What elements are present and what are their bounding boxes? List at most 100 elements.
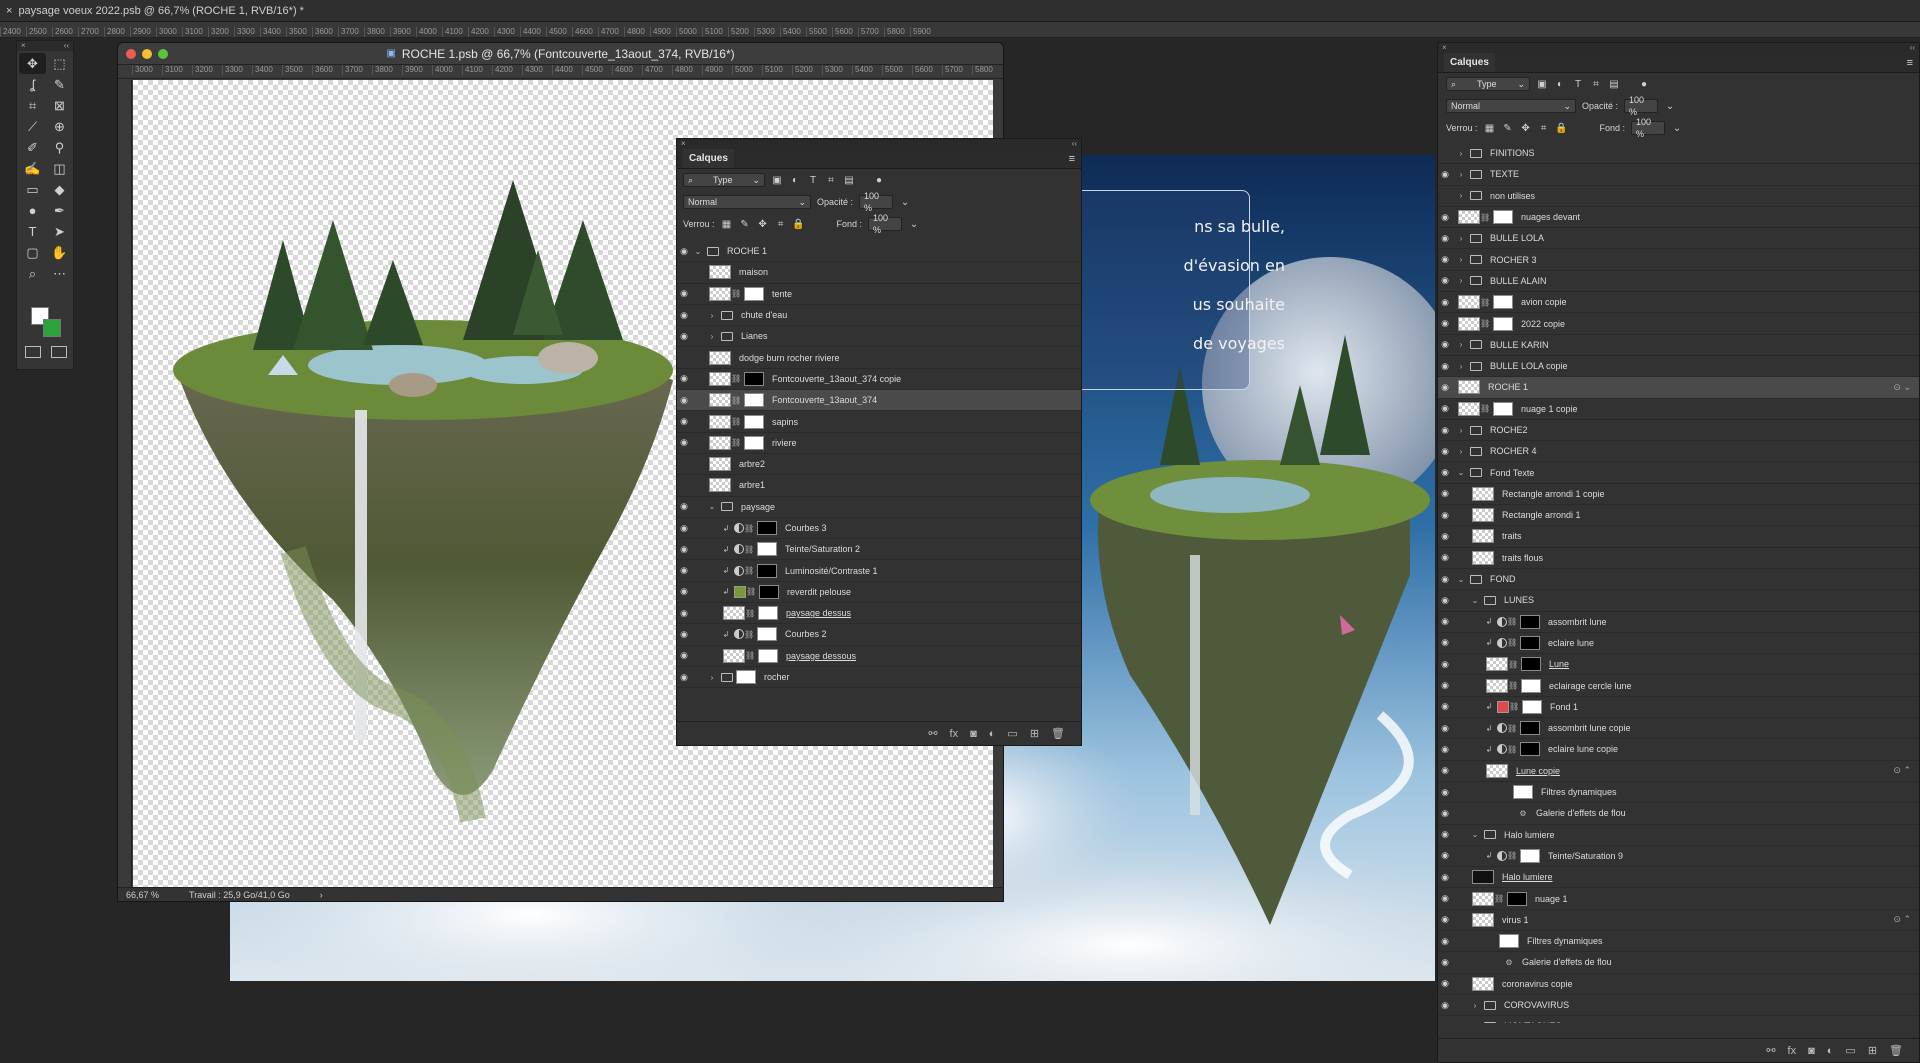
layer-name[interactable]: rocher xyxy=(764,672,790,682)
filter-type-icon[interactable]: T xyxy=(807,174,819,186)
link-layers-icon[interactable]: ⚯ xyxy=(1766,1044,1775,1057)
document-tab-title[interactable]: paysage voeux 2022.psb @ 66,7% (ROCHE 1,… xyxy=(18,5,304,17)
layer-row[interactable]: ◉ ⌄ LUNES xyxy=(1438,590,1919,612)
right-panel-menu-icon[interactable]: ≡ xyxy=(1907,57,1913,69)
layer-name[interactable]: FOND xyxy=(1490,574,1516,584)
quick-mask-button[interactable] xyxy=(25,346,41,358)
layer-row[interactable]: ◉ › BULLE ALAIN xyxy=(1438,271,1919,293)
layer-mask-thumbnail[interactable] xyxy=(1521,657,1541,672)
visibility-eye-icon[interactable]: ◉ xyxy=(1438,318,1452,329)
layer-thumbnail[interactable] xyxy=(1458,210,1480,225)
layer-thumbnail[interactable] xyxy=(1472,976,1494,991)
right-lock-transparency-icon[interactable]: ▦ xyxy=(1484,122,1496,134)
visibility-eye-icon[interactable]: ◉ xyxy=(1438,275,1452,286)
layer-name[interactable]: ROCHE2 xyxy=(1490,425,1528,435)
trash-icon[interactable]: 🗑 xyxy=(1889,1044,1903,1057)
layer-row[interactable]: ◉ › chute d'eau xyxy=(677,305,1081,327)
link-layers-icon[interactable]: ⚯ xyxy=(928,727,937,740)
layer-row[interactable]: ◉ ⛓ 2022 copie xyxy=(1438,313,1919,335)
layer-thumbnail[interactable] xyxy=(1458,316,1480,331)
layer-name[interactable]: Teinte/Saturation 2 xyxy=(785,544,860,554)
layer-mask-thumbnail[interactable] xyxy=(744,371,764,386)
expanded-chevron-icon[interactable]: ⌄ xyxy=(1470,596,1480,605)
layer-thumbnail[interactable] xyxy=(709,265,731,280)
visibility-eye-icon[interactable]: ◉ xyxy=(677,373,691,384)
layer-name[interactable]: COROVAVIRUS xyxy=(1504,1000,1569,1010)
layer-name[interactable]: Fond 1 xyxy=(1550,702,1578,712)
layer-row[interactable]: ◉ Rectangle arrondi 1 copie xyxy=(1438,484,1919,506)
layer-mask-thumbnail[interactable] xyxy=(1493,316,1513,331)
right-lock-artboard-icon[interactable]: ⌗ xyxy=(1538,122,1550,134)
float-layers-tab[interactable]: Calques xyxy=(683,149,734,168)
layer-name[interactable]: BULLE LOLA xyxy=(1490,233,1544,243)
layer-mask-thumbnail[interactable] xyxy=(1522,699,1542,714)
stamp-tool-icon[interactable]: ⚲ xyxy=(46,137,73,158)
layer-thumbnail[interactable] xyxy=(1472,912,1494,927)
lock-all-icon[interactable]: 🔒 xyxy=(792,218,804,230)
lock-position-icon[interactable]: ✥ xyxy=(757,218,769,230)
layer-row[interactable]: dodge burn rocher riviere xyxy=(677,347,1081,369)
visibility-eye-icon[interactable]: ◉ xyxy=(677,416,691,427)
layer-row[interactable]: ◉ Halo lumiere xyxy=(1438,867,1919,889)
layer-name[interactable]: LUNES xyxy=(1504,595,1534,605)
right-filter-type-icon[interactable]: T xyxy=(1572,78,1584,90)
visibility-eye-icon[interactable]: ◉ xyxy=(1438,957,1452,968)
layer-row[interactable]: ◉ ⌄ ROCHE 1 xyxy=(677,241,1081,263)
layer-thumbnail[interactable] xyxy=(1472,550,1494,565)
layer-name[interactable]: chute d'eau xyxy=(741,310,787,320)
collapsed-chevron-icon[interactable]: › xyxy=(1456,362,1466,371)
layer-name[interactable]: TEXTE xyxy=(1490,169,1519,179)
layer-mask-thumbnail[interactable] xyxy=(744,286,764,301)
visibility-eye-icon[interactable]: ◉ xyxy=(1438,765,1452,776)
layer-row[interactable]: ◉ ⚙ Galerie d'effets de flou xyxy=(1438,803,1919,825)
right-filter-smart-icon[interactable]: ▤ xyxy=(1608,78,1620,90)
layer-mask-thumbnail[interactable] xyxy=(1520,848,1540,863)
layer-row[interactable]: ◉ ⌄ FOND xyxy=(1438,569,1919,591)
smart-filter-toggle-icon[interactable]: ⊙ ⌄ xyxy=(1893,382,1911,393)
layer-thumbnail[interactable] xyxy=(1472,529,1494,544)
layer-thumbnail[interactable] xyxy=(1472,870,1494,885)
layer-row[interactable]: ◉ › TEXTE xyxy=(1438,164,1919,186)
smart-filter-mask-thumbnail[interactable] xyxy=(1499,934,1519,949)
layer-row[interactable]: ◉ ↲ ⛓ assombrit lune copie xyxy=(1438,718,1919,740)
visibility-eye-icon[interactable]: ◉ xyxy=(677,523,691,534)
window-minimize-button[interactable] xyxy=(142,49,152,59)
collapsed-chevron-icon[interactable]: › xyxy=(1456,255,1466,264)
layer-name[interactable]: ROCHER 4 xyxy=(1490,446,1537,456)
visibility-eye-icon[interactable]: ◉ xyxy=(677,310,691,321)
layer-name[interactable]: virus 1 xyxy=(1502,915,1529,925)
layer-row[interactable]: ◉ ⛓ riviere xyxy=(677,433,1081,454)
visibility-eye-icon[interactable]: ◉ xyxy=(1438,1021,1452,1023)
new-adjustment-icon[interactable]: ◐ xyxy=(989,728,996,740)
layer-row[interactable]: ◉ ↲ ⛓ eclaire lune xyxy=(1438,633,1919,655)
layer-row[interactable]: ◉ › Lianes xyxy=(677,326,1081,348)
layer-name[interactable]: traits xyxy=(1502,531,1522,541)
gradient-tool-icon[interactable]: ▭ xyxy=(19,179,46,200)
layer-row[interactable]: ◉ traits xyxy=(1438,526,1919,548)
pen-tool-icon[interactable]: ✒ xyxy=(46,200,73,221)
more-tools-icon[interactable]: ⋯ xyxy=(46,263,73,284)
layer-row[interactable]: ◉ ⛓ Lune xyxy=(1438,654,1919,676)
layer-name[interactable]: assombrit lune xyxy=(1548,617,1607,627)
layer-name[interactable]: 2022 copie xyxy=(1521,319,1565,329)
right-lock-all-icon[interactable]: 🔒 xyxy=(1555,122,1567,134)
layer-mask-thumbnail[interactable] xyxy=(758,648,778,663)
eyedropper-tool-icon[interactable]: ⟋ xyxy=(19,116,46,137)
visibility-eye-icon[interactable]: ◉ xyxy=(677,288,691,299)
expanded-chevron-icon[interactable]: ⌄ xyxy=(1456,575,1466,584)
smart-filter-toggle-icon[interactable]: ⊙ ⌃ xyxy=(1893,914,1911,925)
layer-thumbnail[interactable] xyxy=(709,371,731,386)
layer-name[interactable]: paysage xyxy=(741,502,775,512)
visibility-eye-icon[interactable]: ◉ xyxy=(1438,425,1452,436)
move-tool-icon[interactable]: ✥ xyxy=(19,53,46,74)
status-menu-arrow[interactable]: › xyxy=(320,890,323,900)
layer-mask-thumbnail[interactable] xyxy=(757,542,777,557)
collapsed-chevron-icon[interactable]: › xyxy=(1456,170,1466,179)
layer-name[interactable]: non utilises xyxy=(1490,191,1535,201)
layer-row[interactable]: ◉ ⛓ Fontcouverte_13aout_374 copie xyxy=(677,369,1081,391)
new-group-icon[interactable]: ▭ xyxy=(1845,1044,1855,1057)
fill-color-swatch[interactable] xyxy=(1497,700,1509,713)
close-tab-icon[interactable]: × xyxy=(6,5,12,17)
layer-mask-thumbnail[interactable] xyxy=(744,414,764,429)
layer-row[interactable]: ◉ ↲ ⛓ assombrit lune xyxy=(1438,612,1919,633)
